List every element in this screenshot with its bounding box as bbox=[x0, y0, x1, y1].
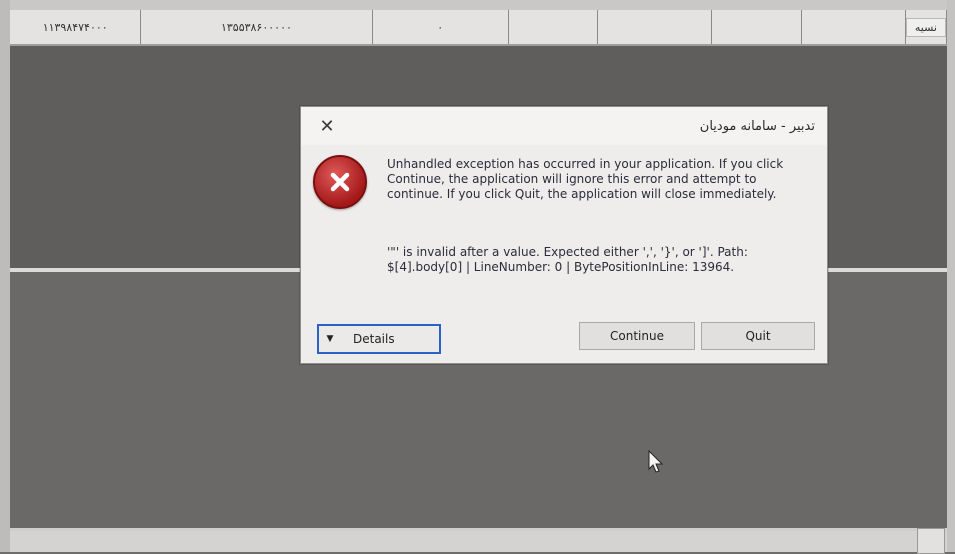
dialog-content: Unhandled exception has occurred in your… bbox=[301, 145, 827, 309]
quit-button[interactable]: Quit bbox=[701, 322, 815, 350]
dialog-titlebar: ✕ تدبیر - سامانه مودیان bbox=[301, 107, 827, 145]
triangle-down-icon: ▼ bbox=[326, 334, 334, 344]
error-message: Unhandled exception has occurred in your… bbox=[387, 157, 784, 201]
dialog-title: تدبیر - سامانه مودیان bbox=[699, 118, 815, 134]
payment-type-value: نسیه bbox=[905, 17, 946, 37]
table-cell: ۱۳۵۵۳۸۶۰۰۰۰۰ bbox=[141, 10, 373, 44]
payment-type-cell[interactable]: نسیه bbox=[905, 10, 947, 44]
error-dialog: ✕ تدبیر - سامانه مودیان Unhandled except… bbox=[300, 106, 828, 364]
error-detail: '"' is invalid after a value. Expected e… bbox=[387, 245, 748, 274]
close-icon[interactable]: ✕ bbox=[315, 116, 339, 137]
table-cell bbox=[509, 10, 598, 44]
continue-button[interactable]: Continue bbox=[579, 322, 695, 350]
screen-bezel-left bbox=[0, 0, 10, 552]
details-button[interactable]: ▼ Details bbox=[317, 324, 441, 354]
table-cell: ۱۱۳۹۸۴۷۴۰۰۰ bbox=[10, 10, 142, 44]
table-cell bbox=[802, 10, 906, 44]
dialog-button-bar: ▼ Details Continue Quit bbox=[301, 309, 827, 363]
error-circle-icon bbox=[313, 155, 367, 209]
table-row[interactable]: ۱۱۳۹۸۴۷۴۰۰۰ ۱۳۵۵۳۸۶۰۰۰۰۰ ۰ نسیه bbox=[10, 10, 947, 46]
screen-bezel-top bbox=[0, 0, 955, 10]
mouse-pointer-icon bbox=[648, 450, 664, 473]
details-label: Details bbox=[353, 332, 395, 346]
screen-bezel-right bbox=[947, 0, 955, 552]
footer-strip bbox=[10, 531, 947, 552]
table-cell: ۰ bbox=[373, 10, 509, 44]
table-cell bbox=[598, 10, 713, 44]
footer-button[interactable] bbox=[917, 528, 945, 554]
table-cell bbox=[712, 10, 803, 44]
